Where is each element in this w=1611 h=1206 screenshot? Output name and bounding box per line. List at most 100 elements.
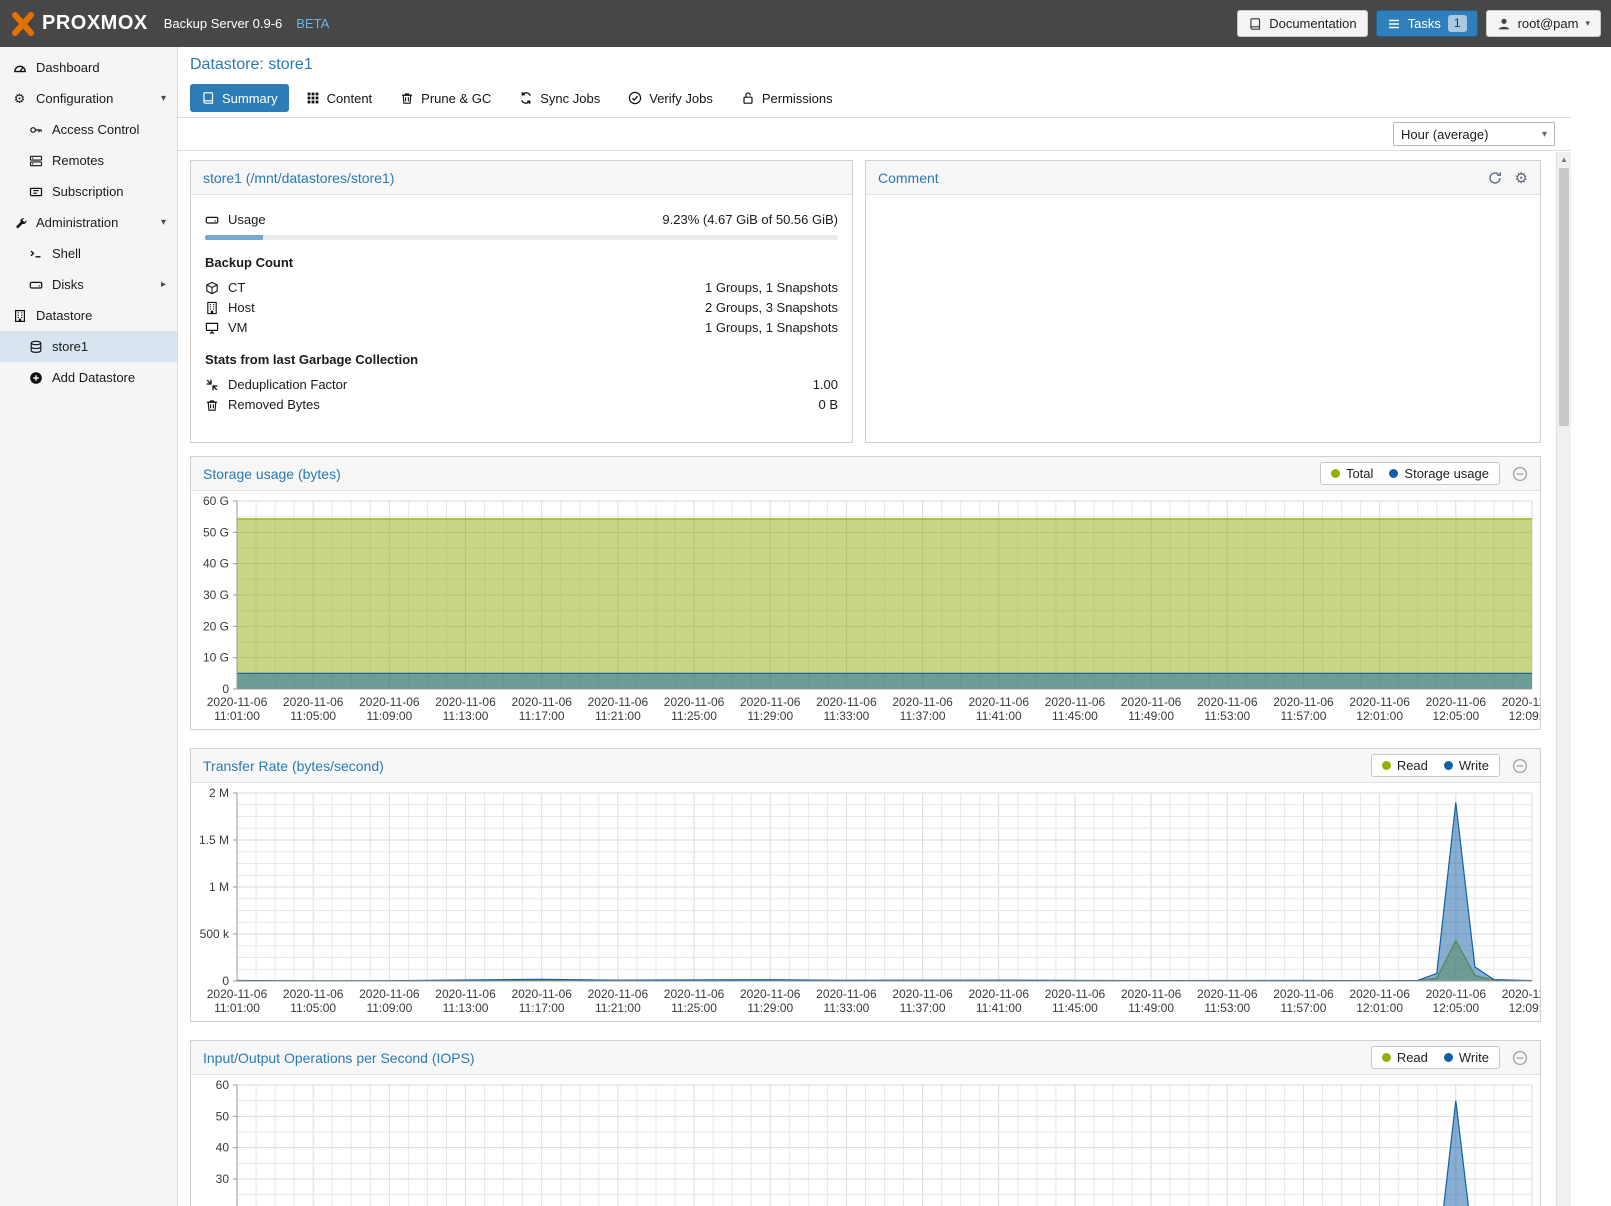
ct-row: CT 1 Groups, 1 Snapshots — [205, 278, 838, 297]
tab-prune-gc[interactable]: Prune & GC — [389, 84, 502, 112]
svg-text:11:49:00: 11:49:00 — [1128, 709, 1174, 723]
sidebar-item-label: Add Datastore — [52, 370, 135, 385]
caret-down-icon: ▾ — [1585, 18, 1590, 29]
time-range-select[interactable]: Hour (average) ▾ — [1393, 122, 1555, 146]
sidebar-item-label: store1 — [52, 339, 88, 354]
usage-value: 9.23% (4.67 GiB of 50.56 GiB) — [662, 212, 838, 227]
legend-item-storage-usage[interactable]: Storage usage — [1389, 466, 1489, 481]
svg-text:11:45:00: 11:45:00 — [1052, 1001, 1098, 1015]
book-icon — [1248, 17, 1262, 31]
sync-arrows-icon — [519, 91, 533, 105]
legend-dot — [1389, 469, 1398, 478]
tasks-button[interactable]: Tasks 1 — [1376, 10, 1478, 37]
cube-icon — [205, 281, 219, 295]
sidebar-item-label: Subscription — [52, 184, 124, 199]
legend-dot — [1331, 469, 1340, 478]
caret-down-icon: ▾ — [161, 217, 166, 228]
vm-value: 1 Groups, 1 Snapshots — [705, 320, 838, 335]
sidebar-item-access-control[interactable]: Access Control — [0, 114, 177, 145]
sidebar-item-datastore[interactable]: Datastore — [0, 300, 177, 331]
sidebar-item-store1[interactable]: store1 — [0, 331, 177, 362]
legend-item-write[interactable]: Write — [1444, 758, 1489, 773]
svg-text:11:17:00: 11:17:00 — [519, 1001, 565, 1015]
svg-text:2020-11-06: 2020-11-06 — [1426, 987, 1487, 1001]
legend-label: Read — [1397, 758, 1428, 773]
panel-title: store1 (/mnt/datastores/store1) — [203, 170, 394, 186]
chart-title: Transfer Rate (bytes/second) — [203, 758, 384, 774]
comment-content[interactable] — [866, 195, 1540, 442]
tab-content[interactable]: Content — [295, 84, 384, 112]
sidebar-item-administration[interactable]: Administration ▾ — [0, 207, 177, 238]
collapse-icon[interactable] — [1512, 1050, 1528, 1066]
proxmox-logo: PROXMOX — [10, 11, 148, 37]
sidebar-item-shell[interactable]: Shell — [0, 238, 177, 269]
legend-item-total[interactable]: Total — [1331, 466, 1373, 481]
terminal-icon — [28, 246, 43, 261]
legend-label: Write — [1459, 758, 1489, 773]
legend-dot — [1444, 1053, 1453, 1062]
svg-text:2020-11-06: 2020-11-06 — [1197, 695, 1258, 709]
legend-dot — [1382, 1053, 1391, 1062]
collapse-icon[interactable] — [1512, 466, 1528, 482]
tab-sync-jobs[interactable]: Sync Jobs — [508, 84, 611, 112]
legend-item-write[interactable]: Write — [1444, 1050, 1489, 1065]
svg-text:2020-11-06: 2020-11-06 — [1502, 987, 1540, 1001]
collapse-icon[interactable] — [1512, 758, 1528, 774]
backup-count-heading: Backup Count — [205, 255, 838, 270]
wrench-icon — [12, 215, 27, 230]
book-icon — [201, 91, 215, 105]
svg-text:11:57:00: 11:57:00 — [1281, 1001, 1327, 1015]
svg-text:500 k: 500 k — [200, 927, 230, 941]
refresh-icon[interactable] — [1487, 170, 1503, 186]
tab-bar: Summary Content Prune & GC Sync Jobs Ver… — [190, 84, 844, 112]
svg-text:20 G: 20 G — [203, 619, 229, 633]
gears-icon: ⚙ — [12, 91, 27, 106]
ticket-icon — [28, 184, 43, 199]
sidebar-item-configuration[interactable]: ⚙ Configuration ▾ — [0, 83, 177, 114]
svg-text:2020-11-06: 2020-11-06 — [892, 695, 953, 709]
scrollbar-thumb[interactable] — [1559, 168, 1569, 426]
svg-text:11:45:00: 11:45:00 — [1052, 709, 1098, 723]
user-icon — [1497, 17, 1511, 31]
usage-row: Usage 9.23% (4.67 GiB of 50.56 GiB) — [205, 210, 838, 229]
gc-stats-heading: Stats from last Garbage Collection — [205, 352, 838, 367]
legend-item-read[interactable]: Read — [1382, 1050, 1428, 1065]
tab-summary[interactable]: Summary — [190, 84, 289, 112]
iops-panel: Input/Output Operations per Second (IOPS… — [190, 1040, 1541, 1206]
storage-usage-panel: Storage usage (bytes) Total Storage usag… — [190, 456, 1541, 730]
caret-down-icon: ▾ — [1542, 129, 1547, 140]
page-title: Datastore: store1 — [190, 56, 313, 74]
sidebar-item-disks[interactable]: Disks ▸ — [0, 269, 177, 300]
scroll-up-arrow-icon[interactable]: ▲ — [1557, 152, 1571, 167]
tab-verify-jobs[interactable]: Verify Jobs — [617, 84, 724, 112]
sidebar-item-remotes[interactable]: Remotes — [0, 145, 177, 176]
svg-text:11:09:00: 11:09:00 — [366, 1001, 412, 1015]
user-menu-button[interactable]: root@pam ▾ — [1486, 10, 1601, 37]
sidebar-item-subscription[interactable]: Subscription — [0, 176, 177, 207]
documentation-button[interactable]: Documentation — [1237, 10, 1367, 37]
sidebar-item-add-datastore[interactable]: Add Datastore — [0, 362, 177, 393]
legend-item-read[interactable]: Read — [1382, 758, 1428, 773]
svg-text:2020-11-06: 2020-11-06 — [1426, 695, 1487, 709]
check-circle-icon — [628, 91, 642, 105]
ct-value: 1 Groups, 1 Snapshots — [705, 280, 838, 295]
tab-label: Summary — [222, 91, 278, 106]
tasks-count-badge: 1 — [1448, 15, 1467, 32]
ct-label: CT — [228, 280, 245, 295]
proxmox-x-icon — [10, 11, 36, 37]
svg-text:2020-11-06: 2020-11-06 — [1045, 987, 1106, 1001]
chart-legend: Total Storage usage — [1320, 462, 1500, 485]
tab-label: Prune & GC — [421, 91, 491, 106]
svg-text:2020-11-06: 2020-11-06 — [969, 987, 1030, 1001]
tab-label: Content — [327, 91, 373, 106]
svg-text:40: 40 — [216, 1141, 230, 1155]
svg-text:2 M: 2 M — [209, 786, 229, 800]
tab-permissions[interactable]: Permissions — [730, 84, 844, 112]
tab-label: Sync Jobs — [540, 91, 600, 106]
gear-icon[interactable]: ⚙ — [1515, 169, 1528, 187]
sidebar-item-dashboard[interactable]: Dashboard — [0, 52, 177, 83]
tab-label: Permissions — [762, 91, 833, 106]
legend-label: Write — [1459, 1050, 1489, 1065]
svg-text:2020-11-06: 2020-11-06 — [664, 987, 725, 1001]
vertical-scrollbar[interactable]: ▲ — [1556, 152, 1571, 1206]
